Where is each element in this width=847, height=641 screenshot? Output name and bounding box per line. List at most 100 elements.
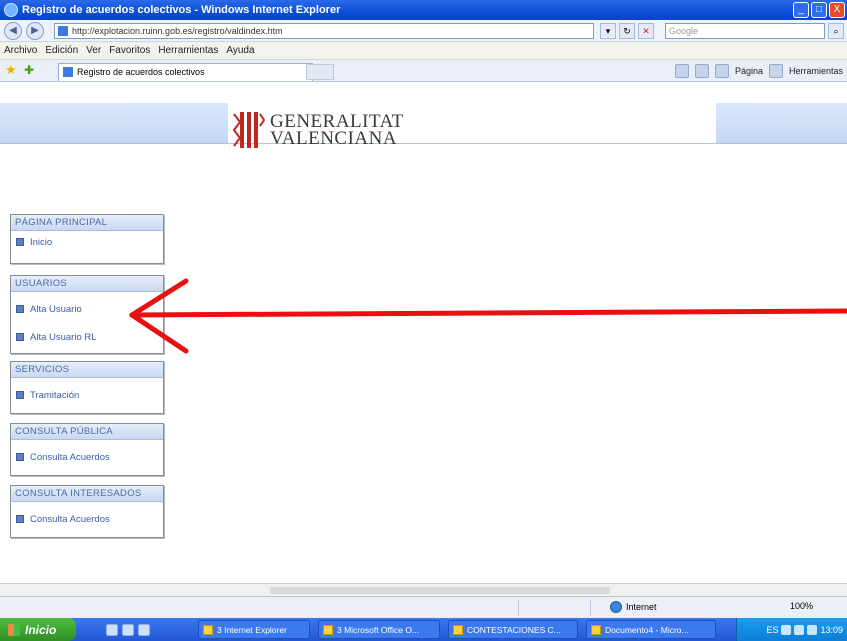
taskbar-button-ie[interactable]: 3 Internet Explorer bbox=[198, 620, 310, 639]
print-icon[interactable] bbox=[714, 64, 729, 78]
taskbar-button-label: CONTESTACIONES C... bbox=[467, 624, 561, 635]
header-banner-left bbox=[0, 103, 228, 143]
quick-launch-ie-icon[interactable] bbox=[106, 623, 118, 636]
link-label[interactable]: Alta Usuario RL bbox=[30, 332, 97, 343]
bullet-icon bbox=[16, 515, 24, 523]
status-divider bbox=[590, 600, 591, 616]
logo-line-2: VALENCIANA bbox=[270, 128, 398, 149]
quick-launch bbox=[106, 623, 150, 636]
link-tramitacion[interactable]: Tramitación bbox=[11, 384, 163, 406]
favorites-star-icon[interactable]: ★ bbox=[5, 63, 19, 77]
link-label[interactable]: Tramitación bbox=[30, 390, 79, 401]
header-banner-right bbox=[716, 103, 847, 143]
maximize-button[interactable]: □ bbox=[811, 2, 827, 18]
forward-icon[interactable]: ▶ bbox=[26, 21, 44, 40]
menu-ayuda[interactable]: Ayuda bbox=[226, 45, 254, 56]
bullet-icon bbox=[16, 238, 24, 246]
stop-icon[interactable]: ✕ bbox=[638, 23, 654, 39]
back-icon[interactable]: ◀ bbox=[4, 21, 22, 40]
taskbar: Inicio 3 Internet Explorer 3 Microsoft O… bbox=[0, 618, 847, 641]
box-header: CONSULTA PÚBLICA bbox=[11, 424, 163, 440]
menu-favoritos[interactable]: Favoritos bbox=[109, 45, 150, 56]
taskbar-button-label: 3 Internet Explorer bbox=[217, 624, 287, 635]
taskbar-button-label: 3 Microsoft Office O... bbox=[337, 624, 420, 635]
address-tools: ▾ ↻ ✕ bbox=[600, 23, 654, 39]
word-icon bbox=[591, 624, 601, 635]
tab-page-icon bbox=[63, 67, 73, 77]
office-icon bbox=[323, 624, 333, 635]
command-bar: Página Herramientas bbox=[674, 64, 843, 78]
bullet-icon bbox=[16, 391, 24, 399]
quick-launch-outlook-icon[interactable] bbox=[138, 623, 150, 636]
status-bar: Internet 100% bbox=[0, 596, 847, 618]
feeds-icon[interactable] bbox=[694, 64, 709, 78]
tray-network-icon[interactable] bbox=[781, 624, 792, 635]
tab-registro[interactable]: Registro de acuerdos colectivos bbox=[58, 63, 313, 81]
refresh-icon[interactable]: ↻ bbox=[619, 23, 635, 39]
language-indicator[interactable]: ES bbox=[766, 625, 778, 635]
link-inicio[interactable]: Inicio bbox=[11, 231, 163, 253]
tab-bar: ★ ✚ Registro de acuerdos colectivos Pági… bbox=[0, 60, 847, 82]
taskbar-button-word[interactable]: Documento4 - Micro... bbox=[586, 620, 716, 639]
menu-box-servicios: SERVICIOS Tramitación bbox=[10, 361, 164, 414]
generalitat-logo: GENERALITAT VALENCIANA bbox=[230, 105, 450, 155]
menu-box-consulta-interesados: CONSULTA INTERESADOS Consulta Acuerdos bbox=[10, 485, 164, 538]
menu-herramientas[interactable]: Herramientas bbox=[158, 45, 218, 56]
new-tab-button[interactable] bbox=[306, 64, 334, 80]
taskbar-button-office[interactable]: 3 Microsoft Office O... bbox=[318, 620, 440, 639]
start-button[interactable]: Inicio bbox=[0, 618, 76, 641]
search-input[interactable]: Google bbox=[665, 23, 825, 39]
window-controls: _ □ X bbox=[793, 2, 845, 18]
tray-antivirus-icon[interactable] bbox=[807, 624, 818, 635]
zone-label: Internet bbox=[626, 602, 657, 612]
address-input[interactable]: http://explotacion.ruinn.gob.es/registro… bbox=[54, 23, 594, 39]
close-button[interactable]: X bbox=[829, 2, 845, 18]
tray-volume-icon[interactable] bbox=[794, 624, 805, 635]
horizontal-scrollbar[interactable] bbox=[0, 583, 847, 596]
menu-bar: Archivo Edición Ver Favoritos Herramient… bbox=[0, 42, 847, 60]
link-label[interactable]: Alta Usuario bbox=[30, 304, 82, 315]
address-toolbar: ◀ ▶ http://explotacion.ruinn.gob.es/regi… bbox=[0, 20, 847, 42]
taskbar-button-label: Documento4 - Micro... bbox=[605, 624, 689, 635]
home-icon[interactable] bbox=[674, 64, 689, 78]
compatibility-icon[interactable]: ▾ bbox=[600, 23, 616, 39]
status-divider bbox=[518, 600, 519, 616]
zoom-level[interactable]: 100% bbox=[790, 601, 813, 611]
box-header: PÁGINA PRINCIPAL bbox=[11, 215, 163, 231]
internet-explorer-icon bbox=[4, 3, 18, 17]
start-label: Inicio bbox=[25, 622, 57, 637]
system-tray: ES 13:09 bbox=[736, 618, 847, 641]
ie-icon bbox=[203, 624, 213, 635]
menu-edicion[interactable]: Edición bbox=[45, 45, 78, 56]
window-title-bar[interactable]: Registro de acuerdos colectivos - Window… bbox=[0, 0, 847, 20]
menu-archivo[interactable]: Archivo bbox=[4, 45, 37, 56]
bullet-icon bbox=[16, 333, 24, 341]
bullet-icon bbox=[16, 453, 24, 461]
menu-ver[interactable]: Ver bbox=[86, 45, 101, 56]
link-consulta-acuerdos-interesados[interactable]: Consulta Acuerdos bbox=[11, 508, 163, 530]
folder-icon bbox=[453, 624, 463, 635]
link-label[interactable]: Consulta Acuerdos bbox=[30, 514, 110, 525]
box-header: SERVICIOS bbox=[11, 362, 163, 378]
add-favorite-icon[interactable]: ✚ bbox=[24, 63, 38, 77]
security-zone[interactable]: Internet bbox=[610, 601, 657, 613]
page-icon bbox=[58, 26, 68, 36]
taskbar-button-folder[interactable]: CONTESTACIONES C... bbox=[448, 620, 578, 639]
tools-gear-icon[interactable] bbox=[768, 64, 783, 78]
page-menu[interactable]: Página bbox=[735, 66, 763, 76]
box-header: CONSULTA INTERESADOS bbox=[11, 486, 163, 502]
link-label[interactable]: Inicio bbox=[30, 237, 52, 248]
globe-icon bbox=[610, 601, 622, 613]
link-label[interactable]: Consulta Acuerdos bbox=[30, 452, 110, 463]
windows-flag-icon bbox=[8, 623, 20, 636]
tools-menu[interactable]: Herramientas bbox=[789, 66, 843, 76]
generalitat-emblem-icon bbox=[232, 112, 266, 148]
minimize-button[interactable]: _ bbox=[793, 2, 809, 18]
scrollbar-thumb[interactable] bbox=[270, 587, 610, 594]
search-icon[interactable]: ⌕ bbox=[828, 23, 844, 39]
quick-launch-desktop-icon[interactable] bbox=[122, 623, 134, 636]
url-text: http://explotacion.ruinn.gob.es/registro… bbox=[72, 26, 283, 36]
tab-title: Registro de acuerdos colectivos bbox=[77, 67, 205, 77]
link-consulta-acuerdos-publica[interactable]: Consulta Acuerdos bbox=[11, 446, 163, 468]
red-annotation-arrow-icon bbox=[129, 278, 847, 354]
